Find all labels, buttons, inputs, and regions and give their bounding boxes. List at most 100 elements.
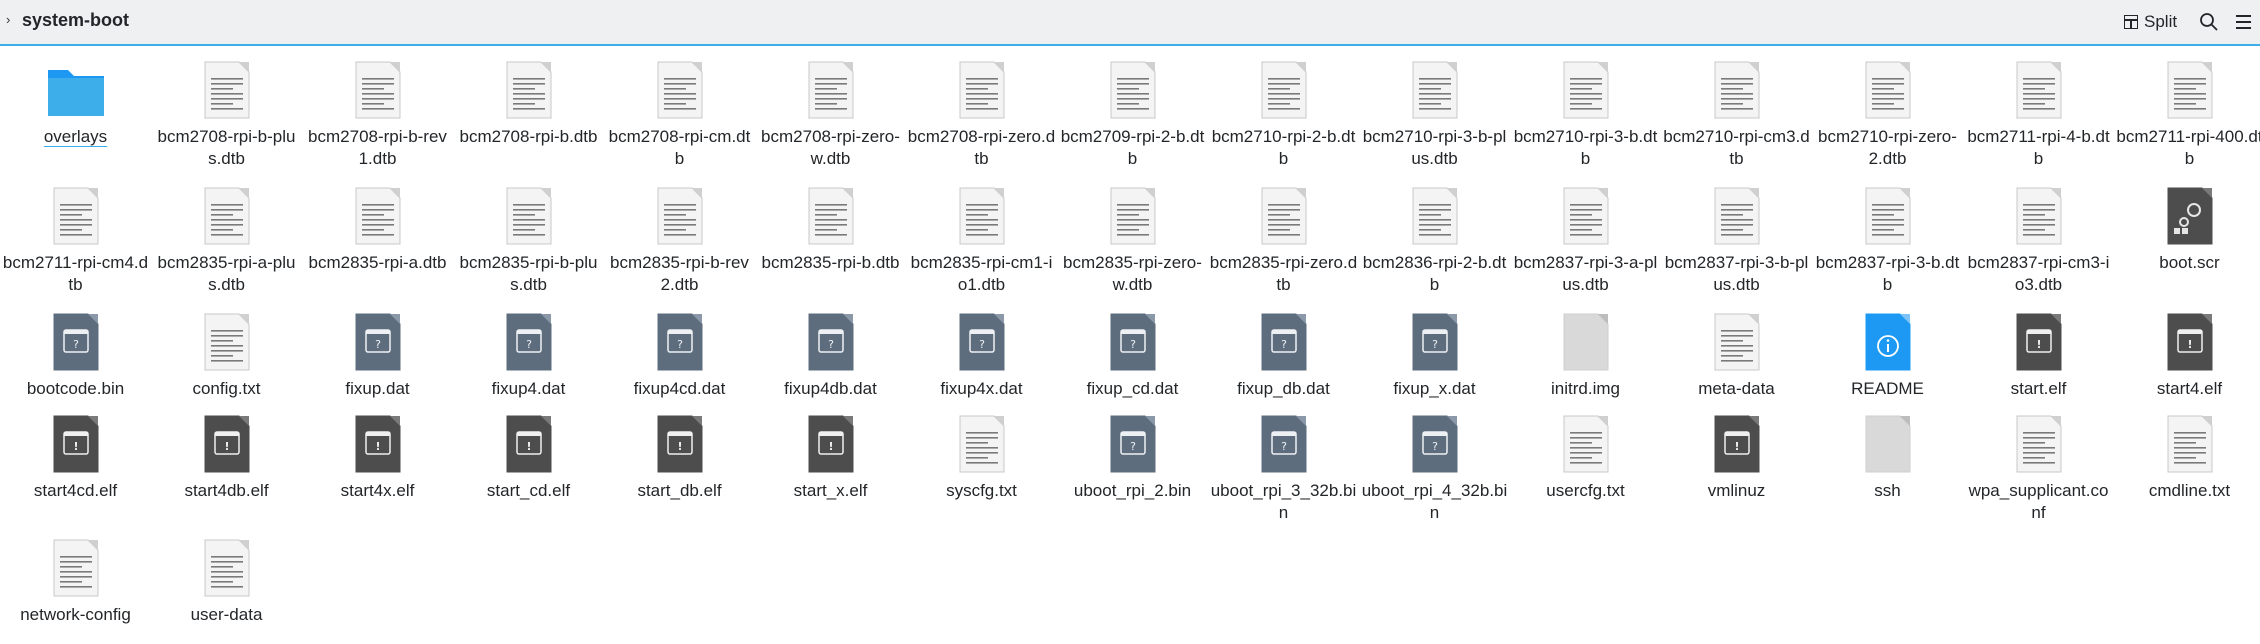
file-item[interactable]: bcm2709-rpi-2-b.dtb [1057, 48, 1208, 170]
file-item[interactable]: wpa_supplicant.conf [1963, 402, 2114, 524]
text-file-icon [506, 187, 551, 245]
file-item[interactable]: bcm2710-rpi-cm3.dtb [1661, 48, 1812, 170]
file-item[interactable]: meta-data [1661, 300, 1812, 400]
file-name: bootcode.bin [26, 379, 125, 398]
file-item[interactable]: ? bootcode.bin [0, 300, 151, 400]
file-item[interactable]: ? uboot_rpi_3_32b.bin [1208, 402, 1359, 524]
file-item[interactable]: ! start4.elf [2114, 300, 2260, 400]
file-item[interactable]: user-data [151, 526, 302, 626]
search-button[interactable] [2196, 9, 2222, 35]
file-item[interactable]: ssh [1812, 402, 1963, 502]
file-item[interactable]: ? fixup_db.dat [1208, 300, 1359, 400]
file-item[interactable]: bcm2710-rpi-3-b.dtb [1510, 48, 1661, 170]
file-item[interactable]: bcm2837-rpi-3-a-plus.dtb [1510, 174, 1661, 296]
file-name: start_cd.elf [486, 481, 571, 500]
text-file-icon [1865, 187, 1910, 245]
text-file-icon [1412, 61, 1457, 119]
file-item[interactable]: ? uboot_rpi_2.bin [1057, 402, 1208, 502]
file-item[interactable]: bcm2836-rpi-2-b.dtb [1359, 174, 1510, 296]
file-item[interactable]: bcm2835-rpi-b-plus.dtb [453, 174, 604, 296]
file-item[interactable]: bcm2708-rpi-b-plus.dtb [151, 48, 302, 170]
file-item[interactable]: ! start_db.elf [604, 402, 755, 502]
file-name: bcm2836-rpi-2-b.dtb [1362, 253, 1507, 294]
text-file-icon [2167, 61, 2212, 119]
breadcrumb-arrow-icon[interactable]: › [6, 12, 10, 27]
file-item[interactable]: bcm2708-rpi-zero.dtb [906, 48, 1057, 170]
file-item[interactable]: ? fixup_x.dat [1359, 300, 1510, 400]
file-name: overlays [43, 127, 108, 146]
text-file-icon [657, 61, 702, 119]
file-item[interactable]: bcm2835-rpi-zero-w.dtb [1057, 174, 1208, 296]
file-item[interactable]: bcm2711-rpi-4-b.dtb [1963, 48, 2114, 170]
file-item[interactable]: README [1812, 300, 1963, 400]
file-item[interactable]: ! start.elf [1963, 300, 2114, 400]
file-item[interactable]: ! vmlinuz [1661, 402, 1812, 502]
file-name: fixup4cd.dat [633, 379, 726, 398]
file-item[interactable]: ! start4cd.elf [0, 402, 151, 502]
file-item[interactable]: bcm2835-rpi-a-plus.dtb [151, 174, 302, 296]
text-file-icon [1714, 187, 1759, 245]
file-item[interactable]: network-config [0, 526, 151, 626]
file-name: syscfg.txt [946, 481, 1017, 500]
file-item[interactable]: syscfg.txt [906, 402, 1057, 502]
file-item[interactable]: ? fixup4cd.dat [604, 300, 755, 400]
file-item[interactable]: usercfg.txt [1510, 402, 1661, 502]
file-item[interactable]: bcm2710-rpi-3-b-plus.dtb [1359, 48, 1510, 170]
file-item[interactable]: bcm2710-rpi-2-b.dtb [1208, 48, 1359, 170]
text-file-icon [1110, 61, 1155, 119]
file-item[interactable]: cmdline.txt [2114, 402, 2260, 502]
file-item[interactable]: ! start_cd.elf [453, 402, 604, 502]
hamburger-menu-button[interactable] [2234, 12, 2254, 32]
file-item[interactable]: ? fixup4.dat [453, 300, 604, 400]
file-item[interactable]: bcm2835-rpi-b.dtb [755, 174, 906, 274]
file-name: wpa_supplicant.conf [1968, 481, 2109, 522]
file-item[interactable]: ? fixup4x.dat [906, 300, 1057, 400]
file-name: ssh [1874, 481, 1901, 500]
file-item[interactable]: bcm2835-rpi-b-rev2.dtb [604, 174, 755, 296]
file-item[interactable]: config.txt [151, 300, 302, 400]
binary-file-icon: ? [1110, 415, 1155, 473]
file-name: fixup_x.dat [1393, 379, 1476, 398]
file-item[interactable]: ! start_x.elf [755, 402, 906, 502]
breadcrumb-current-folder[interactable]: system-boot [22, 10, 129, 31]
svg-text:!: ! [2187, 338, 2192, 351]
text-file-icon [53, 187, 98, 245]
file-item[interactable]: ? fixup4db.dat [755, 300, 906, 400]
text-file-icon [53, 539, 98, 597]
file-item[interactable]: bcm2710-rpi-zero-2.dtb [1812, 48, 1963, 170]
file-item[interactable]: bcm2837-rpi-3-b.dtb [1812, 174, 1963, 296]
text-file-icon [204, 61, 249, 119]
file-item[interactable]: initrd.img [1510, 300, 1661, 400]
file-item[interactable]: ! start4db.elf [151, 402, 302, 502]
file-item[interactable]: bcm2837-rpi-3-b-plus.dtb [1661, 174, 1812, 296]
file-item[interactable]: bcm2711-rpi-cm4.dtb [0, 174, 151, 296]
file-item[interactable]: bcm2711-rpi-400.dtb [2114, 48, 2260, 170]
file-item[interactable]: bcm2835-rpi-cm1-io1.dtb [906, 174, 1057, 296]
file-item[interactable]: ? fixup.dat [302, 300, 453, 400]
file-name: start4db.elf [184, 481, 269, 500]
file-item[interactable]: overlays [0, 48, 151, 148]
split-view-button[interactable]: Split [2124, 7, 2184, 37]
file-item[interactable]: ! start4x.elf [302, 402, 453, 502]
file-item[interactable]: bcm2708-rpi-b.dtb [453, 48, 604, 148]
file-name: config.txt [192, 379, 261, 398]
file-item[interactable]: bcm2708-rpi-cm.dtb [604, 48, 755, 170]
file-item[interactable]: ? uboot_rpi_4_32b.bin [1359, 402, 1510, 524]
file-name: cmdline.txt [2148, 481, 2231, 500]
file-item[interactable]: bcm2835-rpi-a.dtb [302, 174, 453, 274]
file-item[interactable]: bcm2837-rpi-cm3-io3.dtb [1963, 174, 2114, 296]
svg-text:?: ? [1432, 338, 1438, 351]
folder-icon [47, 70, 104, 116]
file-item[interactable]: bcm2708-rpi-b-rev1.dtb [302, 48, 453, 170]
file-item[interactable]: bcm2708-rpi-zero-w.dtb [755, 48, 906, 170]
file-name: fixup.dat [345, 379, 410, 398]
text-file-icon [1563, 415, 1608, 473]
binary-file-icon: ? [1261, 415, 1306, 473]
text-file-icon [2016, 187, 2061, 245]
svg-text:!: ! [526, 440, 531, 453]
svg-text:?: ? [1281, 338, 1287, 351]
file-item[interactable]: bcm2835-rpi-zero.dtb [1208, 174, 1359, 296]
file-item[interactable]: boot.scr [2114, 174, 2260, 274]
text-file-icon [1412, 187, 1457, 245]
file-item[interactable]: ? fixup_cd.dat [1057, 300, 1208, 400]
